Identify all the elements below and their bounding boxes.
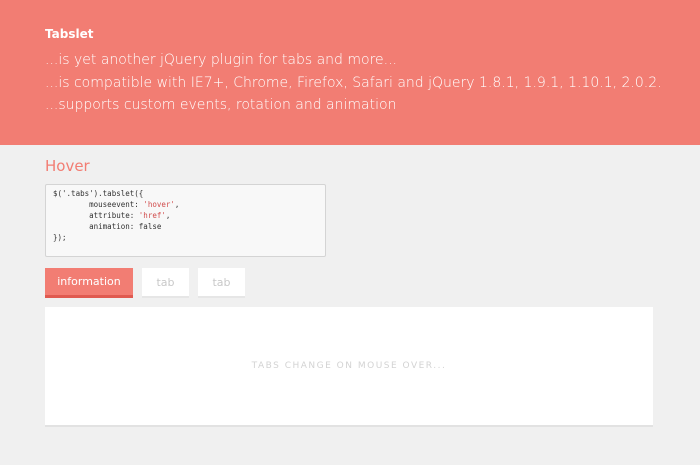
tab-information[interactable]: information	[45, 268, 133, 298]
code-string: 'hover'	[143, 200, 175, 209]
code-line-2: mouseevent: 'hover',	[53, 200, 180, 209]
code-snippet: $('.tabs').tabslet({ mouseevent: 'hover'…	[45, 184, 326, 257]
header-description-line-1: ...is yet another jQuery plugin for tabs…	[45, 52, 397, 68]
code-line-3: attribute: 'href',	[53, 211, 171, 220]
code-line-5: });	[53, 233, 67, 242]
header-description-line-3: ...supports custom events, rotation and …	[45, 97, 397, 113]
tab-third[interactable]: tab	[198, 268, 245, 298]
plugin-title: Tabslet	[45, 27, 94, 41]
code-key: attribute:	[53, 211, 139, 220]
code-line-1: $('.tabs').tabslet({	[53, 189, 144, 198]
code-string: 'href'	[138, 211, 166, 220]
header-description-line-2: ...is compatible with IE7+, Chrome, Fire…	[45, 75, 662, 91]
code-line-4: animation: false	[53, 222, 162, 231]
tab-second[interactable]: tab	[142, 268, 189, 298]
code-key: mouseevent:	[53, 200, 144, 209]
section-title: Hover	[45, 157, 90, 175]
header-banner: Tabslet ...is yet another jQuery plugin …	[0, 0, 700, 145]
panel-message: TABS CHANGE ON MOUSE OVER...	[251, 361, 447, 371]
tab-content-panel: TABS CHANGE ON MOUSE OVER...	[45, 307, 653, 427]
